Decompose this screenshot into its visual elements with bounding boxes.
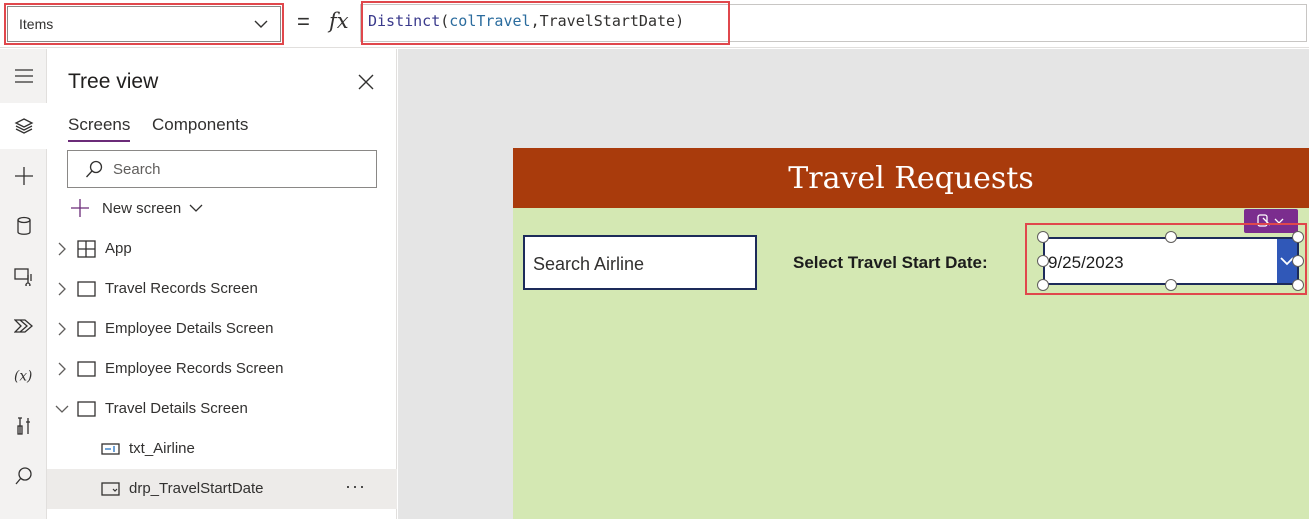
plus-icon[interactable] [0,153,47,199]
hamburger-icon[interactable] [0,53,47,99]
formula-collection: colTravel [449,12,531,30]
tree-item-employee-details-screen[interactable]: Employee Details Screen [47,309,397,349]
chevron-right-icon[interactable] [57,322,67,336]
database-icon[interactable] [0,203,47,249]
active-tab-indicator [68,140,130,142]
formula-close-paren: ) [675,12,685,30]
chevron-down-icon[interactable] [55,404,69,414]
media-icon[interactable] [0,253,47,299]
formula-function: Distinct [368,12,441,30]
tree-item-travel-details-screen[interactable]: Travel Details Screen [47,389,397,429]
formula-separator: , [530,12,540,30]
resize-handle-bottom[interactable] [1165,279,1177,291]
app-title: Travel Requests [788,160,1034,196]
travel-start-date-label: Select Travel Start Date: [793,253,988,272]
app-header-bar: Travel Requests [513,148,1309,208]
chevron-down-icon [189,204,203,212]
tree-item-label: drp_TravelStartDate [129,480,264,497]
search-airline-input[interactable]: Search Airline [523,235,757,290]
travel-start-date-dropdown[interactable]: 9/25/2023 [1043,237,1299,285]
app-screen-travel-details: Travel Requests Search Airline Select Tr… [513,148,1309,519]
formula-open-paren: ( [440,12,450,30]
search-icon [86,160,103,178]
tree-view-panel: Tree view Screens Components Search New … [47,49,397,519]
tree-item-label: Travel Records Screen [105,280,258,297]
resize-handle-bottom-left[interactable] [1037,279,1049,291]
tree-item-label: App [105,240,132,257]
design-canvas: Travel Requests Search Airline Select Tr… [398,49,1309,519]
property-highlight-box [4,3,284,45]
new-screen-label: New screen [102,199,182,217]
resize-handle-bottom-right[interactable] [1292,279,1304,291]
tree-view-title: Tree view [68,70,159,93]
more-options-icon[interactable]: ··· [345,476,366,497]
plus-icon [71,199,89,217]
tree-item-label: txt_Airline [129,440,195,457]
tools-icon[interactable] [0,403,47,449]
svg-text:(x): (x) [14,369,32,385]
tree-item-txt-airline[interactable]: txt_Airline [47,429,397,469]
resize-handle-right[interactable] [1292,255,1304,267]
app-icon [77,240,96,258]
tree-item-employee-records-screen[interactable]: Employee Records Screen [47,349,397,389]
new-screen-button[interactable]: New screen [70,197,203,219]
search-airline-text: Search Airline [533,254,645,274]
tree-item-app[interactable]: App [47,229,397,269]
equals-sign: = [297,9,310,34]
chevron-right-icon[interactable] [57,362,67,376]
power-automate-icon[interactable] [0,303,47,349]
formula-text[interactable]: Distinct(colTravel,TravelStartDate) [368,12,684,30]
dropdown-icon [101,482,120,496]
fx-icon: fx [329,9,349,33]
tab-screens[interactable]: Screens [68,115,130,135]
search-placeholder: Search [113,161,161,178]
text-input-icon [101,443,120,455]
tree-item-label: Employee Records Screen [105,360,284,377]
screen-icon [77,361,96,377]
tree-item-travel-records-screen[interactable]: Travel Records Screen [47,269,397,309]
dropdown-selected-value: 9/25/2023 [1048,253,1124,272]
screen-icon [77,321,96,337]
resize-handle-left[interactable] [1037,255,1049,267]
search-icon[interactable] [0,453,47,499]
left-rail: (x) [0,49,47,519]
resize-handle-top-left[interactable] [1037,231,1049,243]
screen-icon [77,401,96,417]
tree-item-label: Employee Details Screen [105,320,274,337]
tree-item-label: Travel Details Screen [105,400,248,417]
variables-icon[interactable]: (x) [0,353,47,399]
formula-bar: Items = fx Distinct(colTravel,TravelStar… [0,0,1309,48]
chevron-right-icon[interactable] [57,242,67,256]
tree-item-drp-travelstartdate[interactable]: drp_TravelStartDate ··· [47,469,397,509]
tab-components[interactable]: Components [152,115,248,135]
screen-icon [77,281,96,297]
chevron-right-icon[interactable] [57,282,67,296]
tree-search-input[interactable]: Search [67,150,377,188]
layers-icon[interactable] [0,103,47,149]
resize-handle-top[interactable] [1165,231,1177,243]
close-icon[interactable] [357,73,375,91]
formula-field: TravelStartDate [539,12,676,30]
resize-handle-top-right[interactable] [1292,231,1304,243]
